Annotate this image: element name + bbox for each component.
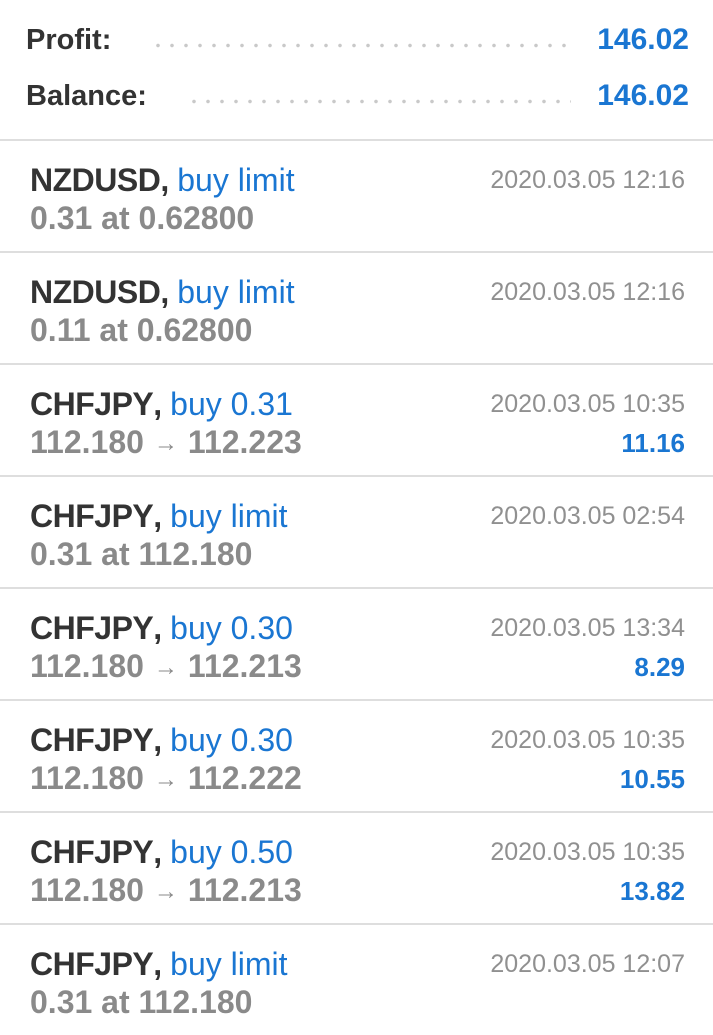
deal-prices: 112.180 → 112.213 — [30, 647, 302, 689]
right-arrow-icon: → — [153, 430, 178, 457]
balance-row: Balance: 146.02 — [26, 76, 689, 116]
deal-profit: 13.82 — [619, 876, 685, 906]
order-time: 2020.03.05 12:07 — [490, 950, 685, 978]
deal-profit: 11.16 — [621, 428, 685, 458]
order-item[interactable]: NZDUSD, buy limit 0.11 at 0.62800 2020.03… — [0, 253, 713, 365]
deal-header: CHFJPY, buy 0.31 — [30, 385, 293, 423]
order-type: buy limit — [177, 274, 295, 310]
order-symbol: NZDUSD — [30, 274, 161, 310]
separator: , — [160, 274, 170, 310]
account-summary: Profit: 146.02 Balance: 146.02 — [0, 0, 713, 141]
separator: , — [153, 722, 163, 758]
deal-prices: 112.180 → 112.213 — [30, 871, 302, 913]
deal-item[interactable]: CHFJPY, buy 0.50 112.180 → 112.213 2020.03.… — [0, 813, 713, 925]
order-symbol: CHFJPY — [30, 498, 154, 534]
deal-time: 2020.03.05 10:35 — [490, 726, 685, 754]
balance-label: Balance: — [26, 79, 147, 112]
deal-prices: 112.180 → 112.222 — [30, 759, 302, 801]
deal-header: CHFJPY, buy 0.30 — [30, 609, 293, 647]
open-price: 112.180 — [30, 872, 144, 908]
deal-type: buy 0.30 — [170, 722, 293, 758]
profit-value: 146.02 — [597, 23, 689, 56]
deal-item[interactable]: CHFJPY, buy 0.30 112.180 → 112.213 2020.03.… — [0, 589, 713, 701]
order-type: buy limit — [177, 162, 295, 198]
deal-time: 2020.03.05 10:35 — [490, 838, 685, 866]
deal-symbol: CHFJPY — [30, 722, 154, 758]
deal-symbol: CHFJPY — [30, 834, 154, 870]
deal-type: buy 0.31 — [170, 386, 293, 422]
order-header: CHFJPY, buy limit — [30, 497, 288, 535]
deal-time: 2020.03.05 10:35 — [490, 390, 685, 418]
deal-header: CHFJPY, buy 0.50 — [30, 833, 293, 871]
close-price: 112.213 — [187, 648, 302, 684]
order-item[interactable]: CHFJPY, buy limit 0.31 at 112.180 2020.03… — [0, 477, 713, 589]
order-header: NZDUSD, buy limit — [30, 161, 295, 199]
order-time: 2020.03.05 02:54 — [490, 502, 685, 530]
deal-prices: 112.180 → 112.223 — [30, 423, 302, 465]
order-item[interactable]: NZDUSD, buy limit 0.31 at 0.62800 2020.03… — [0, 141, 713, 253]
order-type: buy limit — [170, 498, 288, 534]
deal-symbol: CHFJPY — [30, 610, 154, 646]
separator: , — [153, 834, 163, 870]
open-price: 112.180 — [30, 760, 144, 796]
order-item[interactable]: CHFJPY, buy limit 0.31 at 112.180 2020.03… — [0, 925, 713, 1035]
order-details: 0.11 at 0.62800 — [30, 312, 253, 348]
order-list: NZDUSD, buy limit 0.31 at 0.62800 2020.03… — [0, 141, 713, 1035]
order-details: 0.31 at 112.180 — [30, 984, 253, 1020]
open-price: 112.180 — [30, 424, 144, 460]
right-arrow-icon: → — [153, 766, 178, 793]
order-type: buy limit — [170, 946, 288, 982]
order-symbol: CHFJPY — [30, 946, 154, 982]
deal-time: 2020.03.05 13:34 — [490, 614, 685, 642]
deal-type: buy 0.30 — [170, 610, 293, 646]
separator: , — [153, 386, 163, 422]
deal-symbol: CHFJPY — [30, 386, 154, 422]
order-time: 2020.03.05 12:16 — [490, 166, 685, 194]
deal-item[interactable]: CHFJPY, buy 0.30 112.180 → 112.222 2020.03.… — [0, 701, 713, 813]
profit-label: Profit: — [26, 23, 112, 56]
order-header: CHFJPY, buy limit — [30, 945, 288, 983]
deal-type: buy 0.50 — [170, 834, 293, 870]
right-arrow-icon: → — [153, 654, 178, 681]
dotted-leader — [151, 42, 572, 48]
separator: , — [153, 946, 163, 982]
deal-header: CHFJPY, buy 0.30 — [30, 721, 293, 759]
balance-value: 146.02 — [597, 79, 689, 112]
separator: , — [153, 610, 163, 646]
right-arrow-icon: → — [153, 878, 178, 905]
order-time: 2020.03.05 12:16 — [490, 278, 685, 306]
close-price: 112.213 — [187, 872, 302, 908]
deal-profit: 10.55 — [619, 764, 685, 794]
order-symbol: NZDUSD — [30, 162, 161, 198]
separator: , — [160, 162, 170, 198]
dotted-leader — [186, 98, 572, 104]
open-price: 112.180 — [30, 648, 144, 684]
deal-profit: 8.29 — [634, 652, 685, 682]
order-details: 0.31 at 0.62800 — [30, 200, 255, 236]
order-header: NZDUSD, buy limit — [30, 273, 295, 311]
separator: , — [153, 498, 163, 534]
close-price: 112.222 — [187, 760, 302, 796]
profit-row: Profit: 146.02 — [26, 20, 689, 60]
deal-item[interactable]: CHFJPY, buy 0.31 112.180 → 112.223 2020.03.… — [0, 365, 713, 477]
close-price: 112.223 — [187, 424, 302, 460]
order-details: 0.31 at 112.180 — [30, 536, 253, 572]
